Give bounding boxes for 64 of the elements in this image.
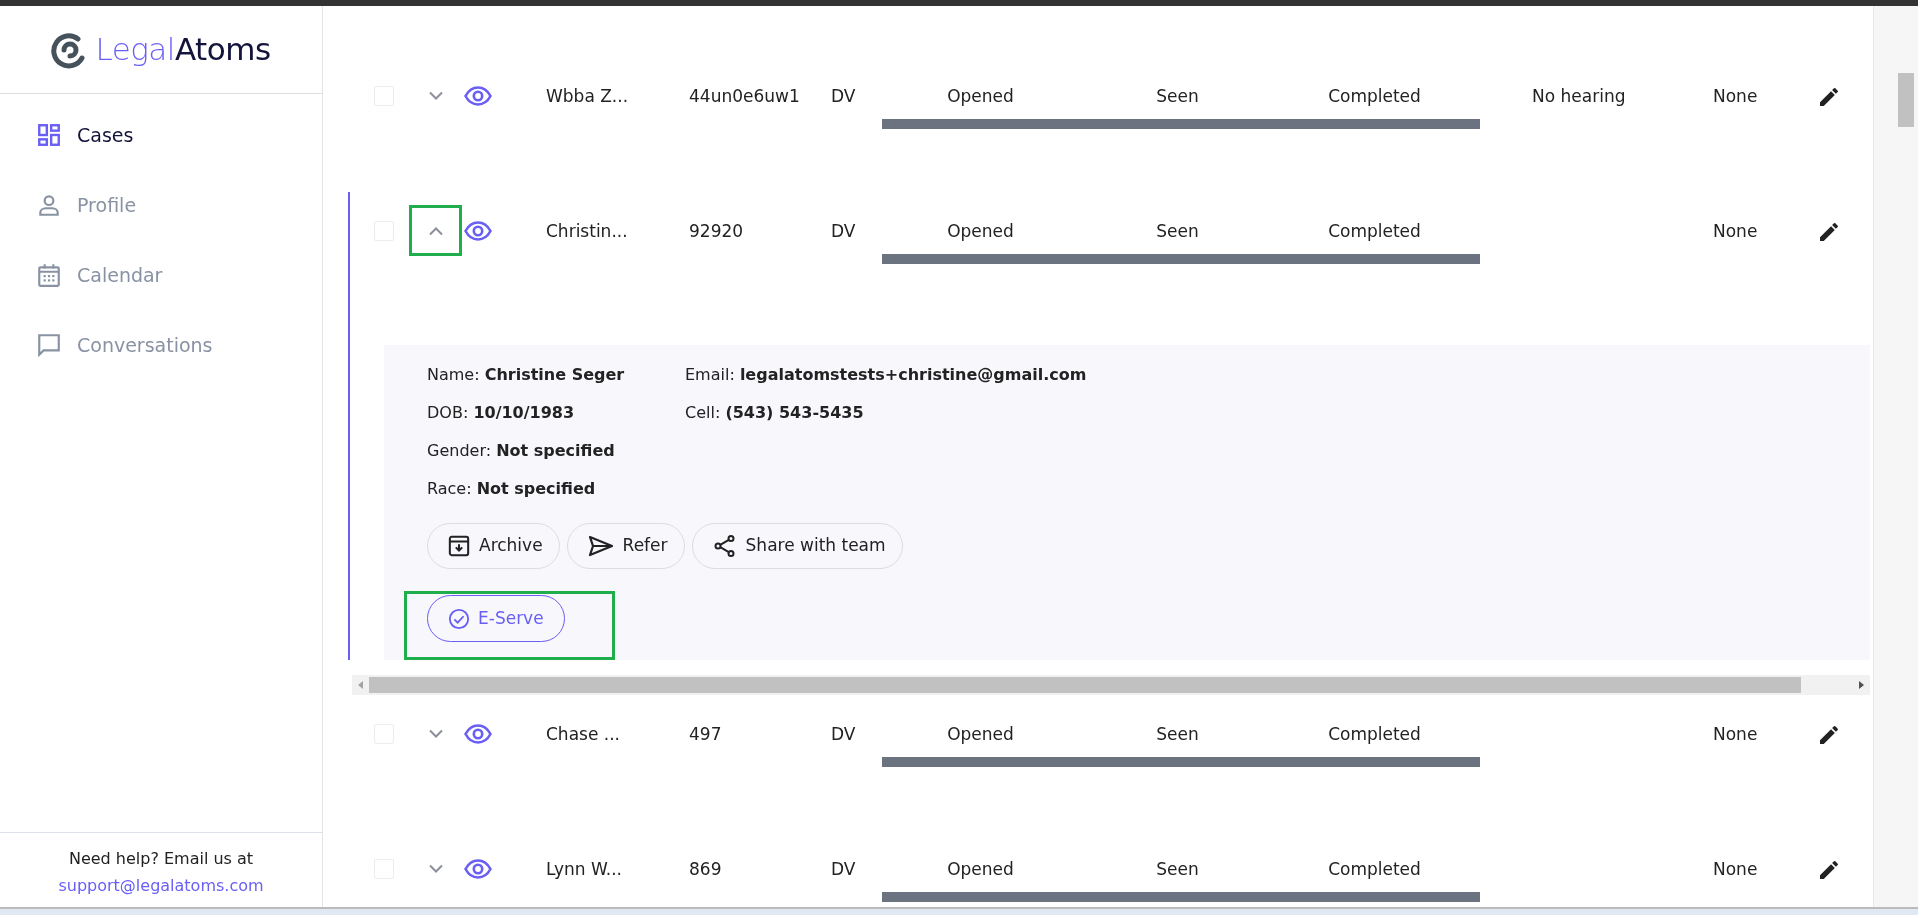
edit-icon[interactable] — [1817, 858, 1841, 882]
client-name: Chase ... — [546, 723, 621, 745]
case-type: DV — [831, 858, 857, 880]
nav-item[interactable]: Calendar — [0, 240, 322, 310]
send-icon — [587, 535, 614, 557]
nav-item[interactable]: Cases — [0, 100, 322, 170]
support-email-link[interactable]: support@legalatoms.com — [58, 876, 264, 895]
person-icon — [36, 192, 62, 218]
calendar-icon — [36, 262, 62, 288]
detail-field: DOB: 10/10/1983 — [427, 399, 685, 427]
status-text: None — [1713, 86, 1758, 106]
detail-field: Gender: Not specified — [427, 437, 685, 465]
detail-field: Cell: (543) 543-5435 — [685, 399, 1087, 427]
e-serve-button[interactable]: E-Serve — [427, 595, 565, 642]
horizontal-scrollbar[interactable] — [352, 675, 1870, 695]
action-button[interactable]: Archive — [427, 523, 560, 569]
edit-icon[interactable] — [1817, 723, 1841, 747]
progress-step-label: Seen — [1155, 723, 1200, 745]
status-text: None — [1713, 724, 1758, 744]
view-icon[interactable] — [464, 86, 492, 106]
progress-step-label: Completed — [1327, 723, 1422, 745]
view-icon[interactable] — [464, 859, 492, 879]
view-icon[interactable] — [464, 724, 492, 744]
progress-step-label: Completed — [1327, 858, 1422, 880]
archive-icon — [448, 535, 470, 557]
share-icon — [712, 534, 737, 558]
client-name: Christin... — [546, 220, 629, 242]
progress-step-label: Completed — [1327, 220, 1422, 242]
case-number: 44un0e6uw1 — [689, 85, 801, 107]
dashboard-icon — [36, 122, 62, 148]
brand-name: LegalAtoms — [95, 30, 271, 70]
case-type: DV — [831, 723, 857, 745]
case-number: 869 — [689, 858, 723, 880]
progress-step-label: Opened — [946, 220, 1015, 242]
hearing-status: No hearing — [1532, 86, 1626, 106]
case-type: DV — [831, 220, 857, 242]
edit-icon[interactable] — [1817, 220, 1841, 244]
progress-step-label: Seen — [1155, 85, 1200, 107]
help-text: Need help? Email us at — [67, 848, 255, 870]
view-icon[interactable] — [464, 221, 492, 241]
detail-field: Name: Christine Seger — [427, 361, 685, 389]
nav-item[interactable]: Conversations — [0, 310, 322, 380]
case-number: 497 — [689, 723, 723, 745]
action-button[interactable]: Refer — [566, 523, 685, 569]
chat-bubble-icon — [36, 332, 62, 358]
client-name: Wbba Z... — [546, 85, 630, 107]
detail-field: Race: Not specified — [427, 475, 685, 503]
case-number: 92920 — [689, 220, 745, 242]
detail-field: Email: legalatomstests+christine@gmail.com — [685, 361, 1087, 389]
progress-step-label: Seen — [1155, 220, 1200, 242]
case-type: DV — [831, 85, 857, 107]
action-button[interactable]: Share with team — [691, 523, 903, 569]
progress-step-label: Completed — [1327, 85, 1422, 107]
vertical-scrollbar[interactable] — [1873, 6, 1918, 907]
progress-step-label: Opened — [946, 858, 1015, 880]
progress-step-label: Opened — [946, 85, 1015, 107]
edit-icon[interactable] — [1817, 85, 1841, 109]
status-text: None — [1713, 221, 1758, 241]
status-text: None — [1713, 859, 1758, 879]
progress-step-label: Seen — [1155, 858, 1200, 880]
progress-step-label: Opened — [946, 723, 1015, 745]
check-circle-icon — [448, 607, 470, 630]
nav-item[interactable]: Profile — [0, 170, 322, 240]
client-name: Lynn W... — [546, 858, 623, 880]
